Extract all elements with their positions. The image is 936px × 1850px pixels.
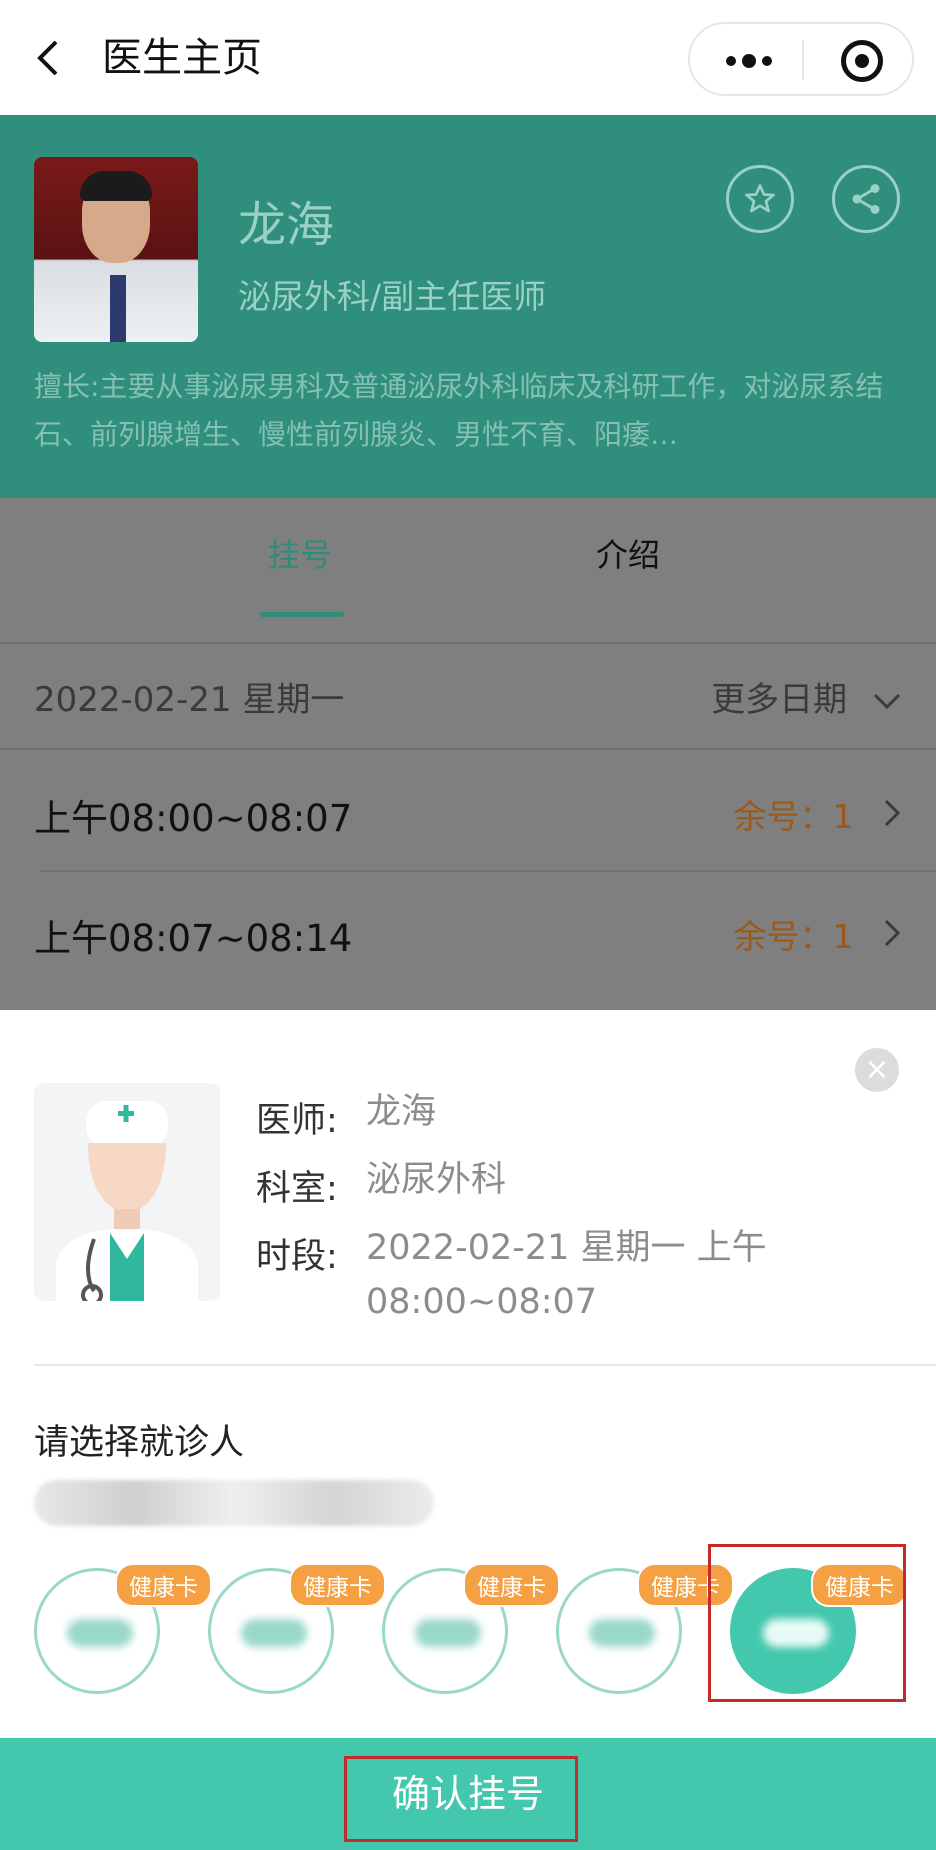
- doctor-label: 医师:: [256, 1101, 338, 1141]
- dept-value: 泌尿外科: [366, 1160, 507, 1200]
- more-icon[interactable]: [726, 51, 778, 70]
- more-dates-label: 更多日期: [711, 680, 848, 720]
- doctor-title: 泌尿外科/副主任医师: [238, 277, 547, 316]
- choose-patient-title: 请选择就诊人: [34, 1423, 245, 1463]
- selection-highlight: [708, 1544, 906, 1702]
- close-icon[interactable]: ×: [855, 1048, 899, 1092]
- doctor-value: 龙海: [366, 1092, 437, 1132]
- dept-label: 科室:: [256, 1169, 338, 1209]
- slot-remain-text: 余号：1: [733, 917, 854, 956]
- chevron-down-icon: [873, 693, 901, 710]
- divider: [0, 642, 936, 644]
- time-value: 2022-02-21 星期一 上午: [366, 1228, 767, 1268]
- chevron-right-icon: [884, 799, 901, 827]
- confirm-highlight: [344, 1756, 578, 1842]
- patient-avatar[interactable]: 健康卡: [208, 1563, 386, 1694]
- mini-program-capsule: [688, 22, 914, 96]
- patient-avatar[interactable]: 健康卡: [382, 1563, 560, 1694]
- doctor-name: 龙海: [238, 197, 335, 253]
- share-icon: [852, 184, 880, 214]
- health-card-badge: 健康卡: [115, 1563, 212, 1607]
- page-title: 医生主页: [102, 35, 262, 81]
- divider: [0, 748, 936, 750]
- patient-avatar[interactable]: 健康卡: [556, 1563, 734, 1694]
- more-dates-button[interactable]: 更多日期: [711, 672, 902, 721]
- capsule-divider: [802, 40, 804, 80]
- share-button[interactable]: [832, 165, 900, 233]
- slot-remain: 余号：1: [734, 910, 903, 958]
- doctor-specialty: 擅长:主要从事泌尿男科及普通泌尿外科临床及科研工作，对泌尿系结石、前列腺增生、慢…: [34, 370, 884, 451]
- slot-time: 上午08:00~08:07: [34, 797, 353, 840]
- doctor-header: 龙海 泌尿外科/副主任医师 擅长:主要从事泌尿男科及普通泌尿外科临床及科研工作，…: [0, 115, 936, 498]
- booking-sheet: × 医师: 龙海 科室: 泌尿外科 时段: 2022-02-21 星期一 上午 …: [0, 1010, 936, 1850]
- tab-underline: [260, 612, 344, 617]
- time-value-2: 08:00~08:07: [366, 1282, 598, 1322]
- tab-register[interactable]: 挂号: [268, 530, 332, 576]
- divider: [40, 870, 936, 872]
- doctor-photo: [34, 157, 198, 342]
- blurred-name: [241, 1619, 307, 1647]
- tab-intro[interactable]: 介绍: [596, 530, 660, 576]
- slot-time: 上午08:07~08:14: [34, 917, 353, 960]
- favorite-button[interactable]: [726, 165, 794, 233]
- blurred-name: [415, 1619, 481, 1647]
- doctor-avatar: [34, 1083, 220, 1301]
- health-card-badge: 健康卡: [463, 1563, 560, 1607]
- back-icon[interactable]: [30, 30, 70, 86]
- slot-remain-text: 余号：1: [733, 797, 854, 836]
- health-card-badge: 健康卡: [289, 1563, 386, 1607]
- top-nav-bar: 医生主页: [0, 0, 936, 115]
- schedule-date: 2022-02-21 星期一: [34, 680, 345, 720]
- slot-remain: 余号：1: [734, 790, 903, 838]
- chevron-right-icon: [884, 919, 901, 947]
- time-label: 时段:: [256, 1237, 338, 1277]
- star-icon: [745, 184, 775, 213]
- patient-name-blurred: [34, 1480, 434, 1526]
- blurred-name: [589, 1619, 655, 1647]
- target-icon[interactable]: [841, 40, 883, 82]
- blurred-name: [67, 1619, 133, 1647]
- patient-avatar[interactable]: 健康卡: [34, 1563, 212, 1694]
- divider: [34, 1364, 936, 1366]
